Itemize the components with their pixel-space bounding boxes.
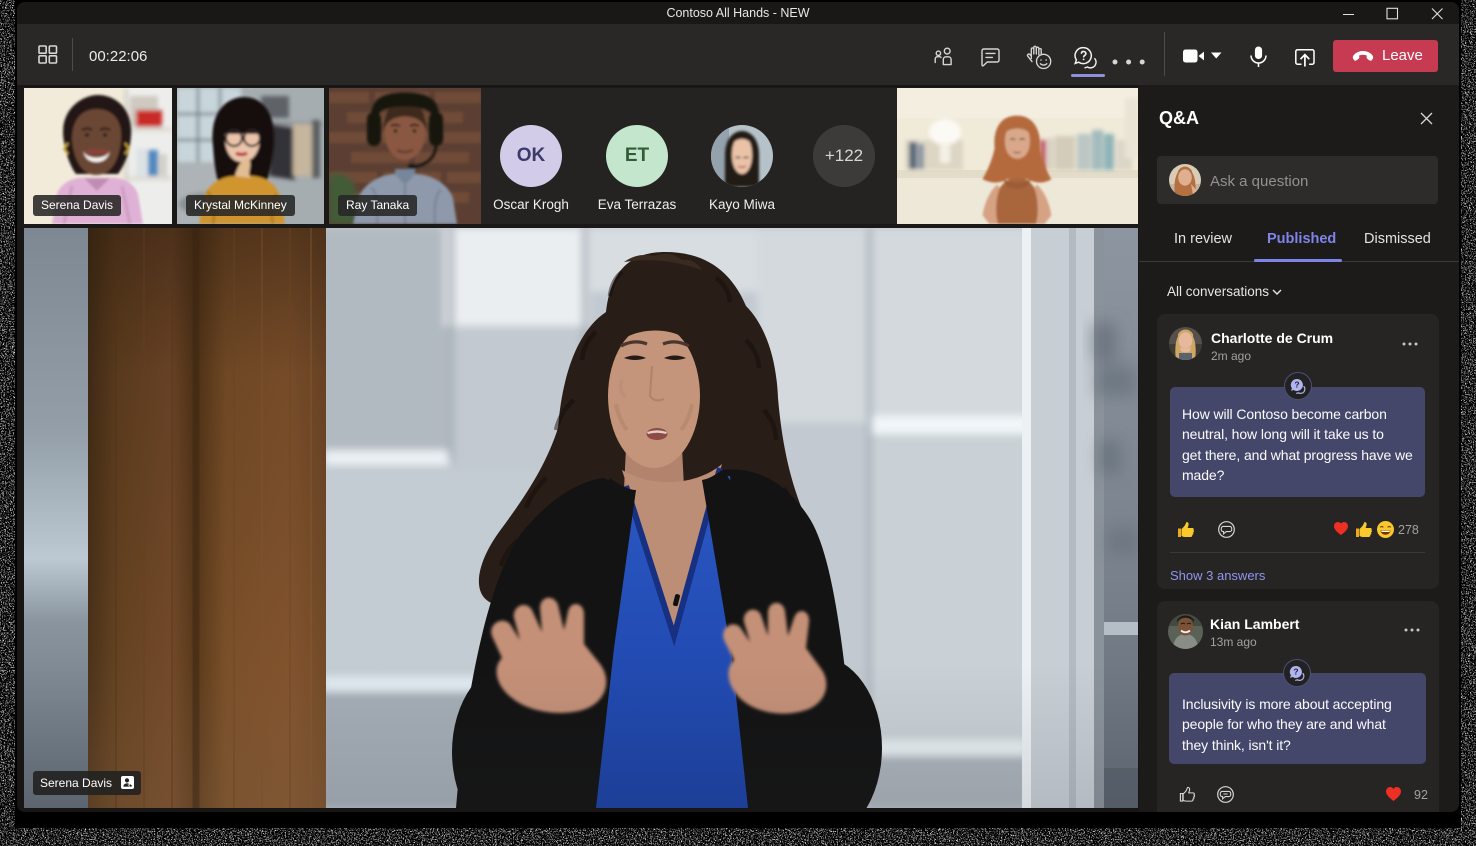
svg-text:?: ? [1294, 380, 1299, 390]
svg-text:?: ? [1293, 667, 1298, 677]
